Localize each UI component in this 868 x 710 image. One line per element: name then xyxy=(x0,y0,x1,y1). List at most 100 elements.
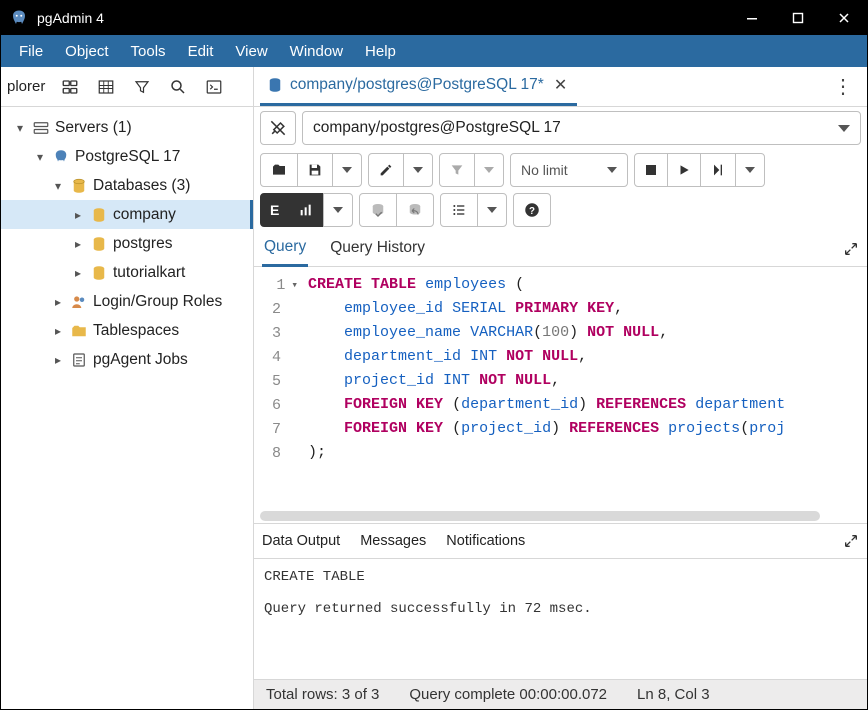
tab-messages[interactable]: Messages xyxy=(360,533,426,549)
menu-view[interactable]: View xyxy=(225,39,277,64)
tree-db-postgres[interactable]: ▸ postgres xyxy=(1,229,253,258)
chevron-down-icon xyxy=(745,167,755,173)
menu-window[interactable]: Window xyxy=(280,39,353,64)
menu-file[interactable]: File xyxy=(9,39,53,64)
sql-editor[interactable]: 1▾ 2 3 4 5 6 7 8 CREATE TABLE employees … xyxy=(254,267,867,509)
filter-dropdown[interactable] xyxy=(474,153,504,187)
chevron-right-icon: ▸ xyxy=(51,353,65,367)
explorer-filter-button[interactable] xyxy=(127,72,157,102)
execute-dropdown[interactable] xyxy=(735,153,765,187)
explorer-search-button[interactable] xyxy=(163,72,193,102)
elephant-icon xyxy=(51,147,71,167)
edit-button[interactable] xyxy=(368,153,404,187)
filter-button[interactable] xyxy=(439,153,475,187)
query-tab[interactable]: company/postgres@PostgreSQL 17* ✕ xyxy=(260,67,577,106)
chevron-down-icon xyxy=(484,167,494,173)
explain-analyze-button[interactable] xyxy=(288,193,324,227)
explorer-terminal-button[interactable] xyxy=(199,72,229,102)
tree-databases[interactable]: ▾ Databases (3) xyxy=(1,171,253,200)
tree-db-company[interactable]: ▸ company xyxy=(1,200,253,229)
chevron-down-icon: ▾ xyxy=(33,150,47,164)
chevron-down-icon xyxy=(607,167,617,173)
limit-value: No limit xyxy=(521,162,568,178)
database-icon xyxy=(266,76,284,94)
query-toolbar-2: E ? xyxy=(254,187,867,227)
tree-label: postgres xyxy=(113,235,172,253)
tree-postgresql[interactable]: ▾ PostgreSQL 17 xyxy=(1,142,253,171)
tab-menu-button[interactable]: ⋮ xyxy=(825,70,861,103)
tree-label: PostgreSQL 17 xyxy=(75,148,180,166)
output-tabs: Data Output Messages Notifications xyxy=(254,523,867,559)
execute-cursor-button[interactable] xyxy=(700,153,736,187)
save-dropdown[interactable] xyxy=(332,153,362,187)
chevron-right-icon: ▸ xyxy=(71,237,85,251)
editor-sub-tabs: Query Query History xyxy=(254,231,867,267)
tree-pgagent[interactable]: ▸ pgAgent Jobs xyxy=(1,345,253,374)
messages-output: CREATE TABLE Query returned successfully… xyxy=(254,559,867,679)
menu-object[interactable]: Object xyxy=(55,39,118,64)
scrollbar-thumb[interactable] xyxy=(260,511,820,521)
roles-icon xyxy=(69,292,89,312)
object-tree[interactable]: ▾ Servers (1) ▾ PostgreSQL 17 ▾ Database… xyxy=(1,107,253,709)
database-icon xyxy=(89,205,109,225)
rollback-button[interactable] xyxy=(396,193,434,227)
tab-title: company/postgres@PostgreSQL 17* xyxy=(290,76,544,94)
tree-tablespaces[interactable]: ▸ Tablespaces xyxy=(1,316,253,345)
connection-row: company/postgres@PostgreSQL 17 xyxy=(254,107,867,149)
connection-status-button[interactable] xyxy=(260,111,296,145)
tree-label: Tablespaces xyxy=(93,322,179,340)
limit-select[interactable]: No limit xyxy=(510,153,628,187)
chevron-right-icon: ▸ xyxy=(51,295,65,309)
execute-button[interactable] xyxy=(667,153,701,187)
pgagent-icon xyxy=(69,350,89,370)
titlebar: pgAdmin 4 xyxy=(1,1,867,35)
minimize-button[interactable] xyxy=(729,1,775,35)
chevron-down-icon: ▾ xyxy=(51,179,65,193)
close-button[interactable] xyxy=(821,1,867,35)
connection-select[interactable]: company/postgres@PostgreSQL 17 xyxy=(302,111,861,145)
open-file-button[interactable] xyxy=(260,153,298,187)
tab-data-output[interactable]: Data Output xyxy=(262,533,340,549)
chevron-down-icon: ▾ xyxy=(13,121,27,135)
maximize-button[interactable] xyxy=(775,1,821,35)
status-rows: Total rows: 3 of 3 xyxy=(266,686,379,703)
status-time: Query complete 00:00:00.072 xyxy=(409,686,607,703)
explain-dropdown[interactable] xyxy=(323,193,353,227)
tab-query[interactable]: Query xyxy=(262,232,308,267)
tree-label: Databases (3) xyxy=(93,177,190,195)
expand-output-button[interactable] xyxy=(843,533,859,549)
edit-dropdown[interactable] xyxy=(403,153,433,187)
menu-edit[interactable]: Edit xyxy=(178,39,224,64)
tree-servers[interactable]: ▾ Servers (1) xyxy=(1,113,253,142)
explain-button[interactable]: E xyxy=(260,193,289,227)
horizontal-scrollbar[interactable] xyxy=(254,509,867,523)
save-button[interactable] xyxy=(297,153,333,187)
fold-icon[interactable]: ▾ xyxy=(291,278,298,292)
tab-notifications[interactable]: Notifications xyxy=(446,533,525,549)
chevron-right-icon: ▸ xyxy=(51,324,65,338)
tree-label: company xyxy=(113,206,176,224)
tab-query-history[interactable]: Query History xyxy=(328,233,427,265)
code-area[interactable]: CREATE TABLE employees ( employee_id SER… xyxy=(302,267,867,509)
help-button[interactable]: ? xyxy=(513,193,551,227)
stop-button[interactable] xyxy=(634,153,668,187)
tree-db-tutorialkart[interactable]: ▸ tutorialkart xyxy=(1,258,253,287)
main-panel: company/postgres@PostgreSQL 17* ✕ ⋮ comp… xyxy=(254,67,867,709)
macros-button[interactable] xyxy=(440,193,478,227)
connection-value: company/postgres@PostgreSQL 17 xyxy=(313,119,561,137)
object-explorer: plorer ▾ Servers (1) ▾ PostgreSQL 17 xyxy=(1,67,254,709)
chevron-right-icon: ▸ xyxy=(71,266,85,280)
database-icon xyxy=(69,176,89,196)
tree-label: Login/Group Roles xyxy=(93,293,222,311)
expand-editor-button[interactable] xyxy=(843,241,859,257)
menu-tools[interactable]: Tools xyxy=(121,39,176,64)
explorer-properties-button[interactable] xyxy=(55,72,85,102)
commit-button[interactable] xyxy=(359,193,397,227)
macros-dropdown[interactable] xyxy=(477,193,507,227)
explorer-grid-button[interactable] xyxy=(91,72,121,102)
tree-label: Servers (1) xyxy=(55,119,132,137)
tab-close-button[interactable]: ✕ xyxy=(550,73,571,97)
menu-help[interactable]: Help xyxy=(355,39,406,64)
window-title: pgAdmin 4 xyxy=(37,10,729,26)
tree-login-roles[interactable]: ▸ Login/Group Roles xyxy=(1,287,253,316)
